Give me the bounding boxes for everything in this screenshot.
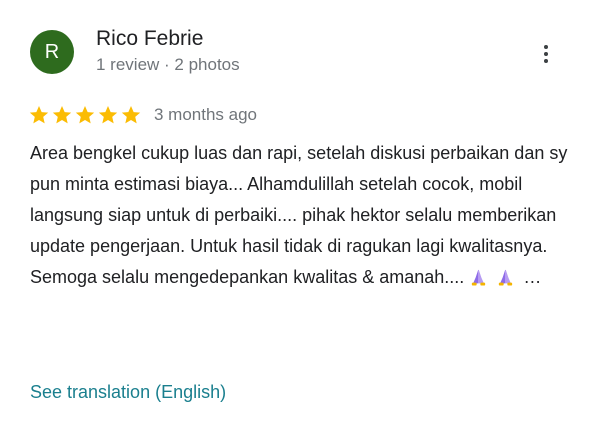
more-vert-icon-dot xyxy=(544,52,548,56)
review-time: 3 months ago xyxy=(154,105,258,124)
star-icon xyxy=(98,106,118,124)
see-translation-link[interactable]: See translation (English) xyxy=(30,380,226,404)
star-rating xyxy=(28,104,143,126)
review-text: Area bengkel cukup luas dan rapi, setela… xyxy=(30,138,575,293)
star-icon xyxy=(29,106,49,124)
folded-hands-emoji-icon xyxy=(499,269,513,286)
star-icon xyxy=(52,106,72,124)
avatar-letter: R xyxy=(44,40,60,63)
star-icon xyxy=(75,106,95,124)
more-vert-icon xyxy=(544,45,548,49)
review-ellipsis[interactable]: … xyxy=(523,267,541,287)
more-options-button[interactable] xyxy=(532,40,560,68)
star-icon xyxy=(121,106,141,124)
review-body: Area bengkel cukup luas dan rapi, setela… xyxy=(30,143,568,287)
reviewer-meta: 1 review · 2 photos xyxy=(96,55,240,74)
reviewer-name[interactable]: Rico Febrie xyxy=(96,26,203,52)
review-card: R Rico Febrie 1 review · 2 photos 3 mont… xyxy=(0,0,594,437)
folded-hands-emoji-icon xyxy=(472,269,486,286)
rating-row: 3 months ago xyxy=(28,103,257,127)
avatar[interactable]: R xyxy=(30,30,74,74)
more-vert-icon-dot xyxy=(544,59,548,63)
